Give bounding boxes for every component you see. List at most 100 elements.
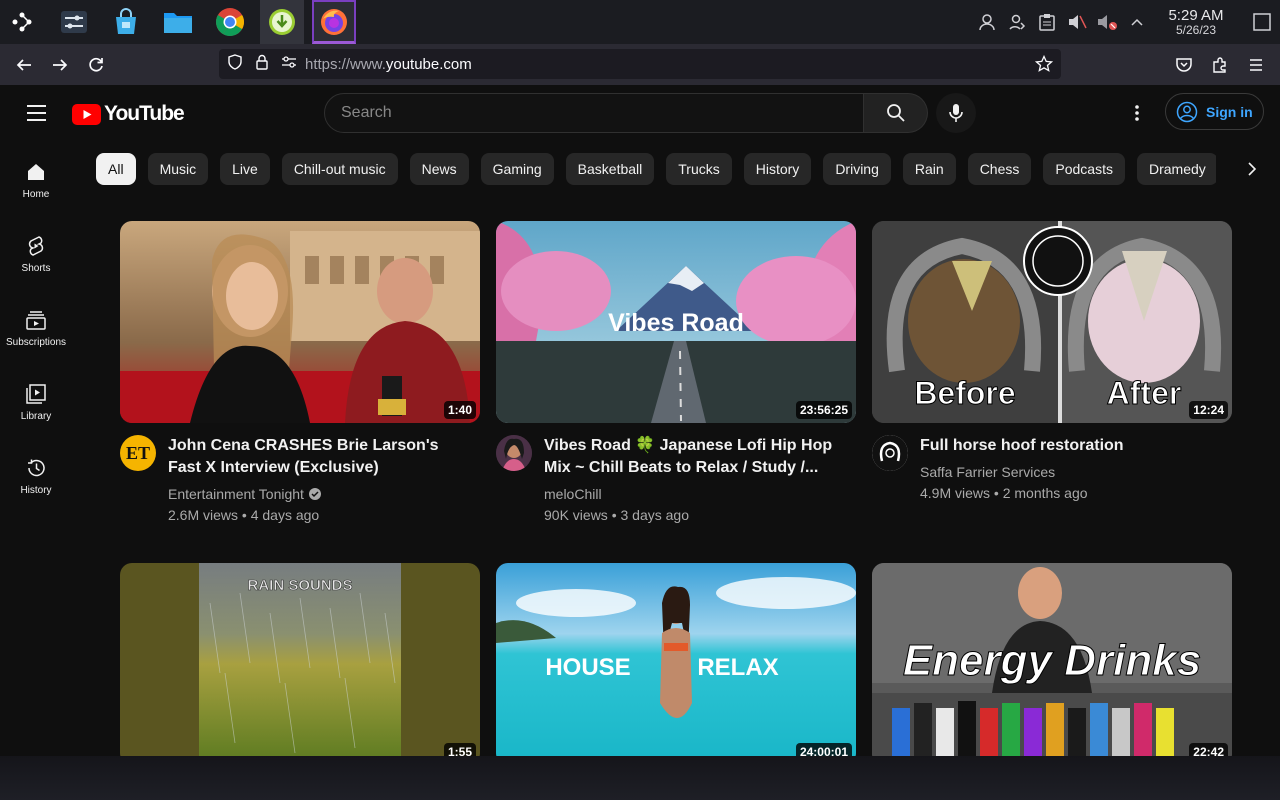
reload-button[interactable]	[78, 47, 114, 83]
video-title[interactable]: John Cena CRASHES Brie Larson's Fast X I…	[168, 435, 468, 479]
video-thumbnail-image: Before After	[872, 221, 1232, 423]
guide-item-home[interactable]: Home	[0, 141, 72, 215]
search-input[interactable]: Search	[324, 93, 864, 133]
shorts-icon	[28, 236, 44, 256]
back-button[interactable]	[6, 47, 42, 83]
channel-name[interactable]: Entertainment Tonight	[168, 486, 322, 502]
lock-icon[interactable]	[255, 54, 269, 75]
chip-driving[interactable]: Driving	[823, 153, 891, 185]
guide-item-shorts[interactable]: Shorts	[0, 215, 72, 289]
permissions-icon[interactable]	[281, 55, 297, 74]
video-thumbnail[interactable]: 1:40	[120, 221, 480, 423]
clock[interactable]: 5:29 AM 5/26/23	[1160, 8, 1232, 36]
avatar-text: ET	[125, 442, 150, 463]
bookmark-star-icon[interactable]	[1034, 54, 1054, 78]
more-vert-icon	[1135, 105, 1139, 121]
verified-badge-icon	[308, 488, 321, 500]
chip-all[interactable]: All	[96, 153, 136, 185]
channel-name[interactable]: Saffa Farrier Services	[920, 464, 1055, 480]
chip-chill-out-music[interactable]: Chill-out music	[281, 153, 398, 185]
video-thumbnail-image: Energy Drinks	[872, 563, 1232, 756]
discover-store-icon[interactable]	[104, 0, 148, 44]
application-launcher-icon[interactable]	[0, 0, 44, 44]
sign-in-label: Sign in	[1206, 103, 1253, 120]
subscriptions-icon	[26, 311, 46, 330]
channel-avatar[interactable]	[496, 435, 532, 471]
guide-label-shorts: Shorts	[21, 263, 51, 274]
clock-time: 5:29 AM	[1168, 7, 1224, 24]
chip-basketball[interactable]: Basketball	[565, 153, 655, 185]
guide-menu-button[interactable]	[16, 93, 56, 133]
extensions-icon[interactable]	[1202, 47, 1238, 83]
guide-item-subscriptions[interactable]: Subscriptions	[0, 289, 72, 363]
clipboard-icon[interactable]	[1032, 7, 1062, 37]
microphone-muted-icon[interactable]	[1092, 7, 1122, 37]
url-bar[interactable]: https://www.youtube.com	[219, 49, 1061, 79]
voice-search-button[interactable]	[936, 93, 976, 133]
youtube-logo[interactable]: YouTube	[72, 102, 185, 126]
chrome-icon[interactable]	[208, 0, 252, 44]
tray-expand-icon[interactable]	[1122, 7, 1152, 37]
download-manager-icon[interactable]	[260, 0, 304, 44]
chip-trucks[interactable]: Trucks	[666, 153, 732, 185]
system-settings-icon[interactable]	[52, 0, 96, 44]
user-switch-icon[interactable]	[1002, 7, 1032, 37]
chip-history[interactable]: History	[743, 153, 812, 185]
channel-name[interactable]: meloChill	[544, 486, 602, 502]
chevron-right-icon	[1248, 162, 1257, 176]
video-title[interactable]: Vibes Road 🍀 Japanese Lofi Hip Hop Mix ~…	[544, 435, 844, 479]
app-menu-icon[interactable]	[1238, 47, 1274, 83]
forward-button[interactable]	[42, 47, 78, 83]
video-thumbnail[interactable]: HOUSE RELAX 24:00:01	[496, 563, 856, 756]
video-thumbnail-image: Vibes Road	[496, 221, 856, 423]
video-card[interactable]: HOUSE RELAX 24:00:01	[496, 563, 856, 756]
video-thumbnail[interactable]: Before After 12:24	[872, 221, 1232, 423]
chip-podcasts[interactable]: Podcasts	[1043, 153, 1125, 185]
guide-item-library[interactable]: Library	[0, 363, 72, 437]
video-thumbnail[interactable]: Energy Drinks 22:42	[872, 563, 1232, 756]
show-desktop-icon[interactable]	[1244, 0, 1280, 44]
melochill-avatar-image	[496, 435, 532, 471]
thumbnail-before-text: Before	[914, 375, 1015, 411]
chip-chess[interactable]: Chess	[967, 153, 1032, 185]
chip-gaming[interactable]: Gaming	[480, 153, 554, 185]
video-card[interactable]: Energy Drinks 22:42	[872, 563, 1232, 756]
video-card[interactable]: 1:40 ET John Cena CRASHES Brie Larson's …	[120, 221, 480, 523]
chip-music[interactable]: Music	[147, 153, 209, 185]
chips-next-button[interactable]	[1232, 153, 1272, 185]
video-duration: 23:56:25	[795, 401, 852, 419]
video-thumbnail-image: RAIN SOUNDS	[120, 563, 480, 756]
chip-news[interactable]: News	[409, 153, 469, 185]
masthead: YouTube Search Sign in	[0, 85, 1280, 141]
logo-text: YouTube	[104, 102, 185, 125]
guide-label-home: Home	[22, 189, 50, 200]
channel-avatar[interactable]: ET	[120, 435, 156, 471]
pocket-icon[interactable]	[1166, 47, 1202, 83]
video-duration: 12:24	[1189, 401, 1228, 419]
firefox-icon[interactable]	[312, 0, 356, 44]
chip-rain[interactable]: Rain	[902, 153, 956, 185]
bottom-edge-strip	[0, 756, 1280, 800]
settings-more-button[interactable]	[1117, 93, 1157, 133]
video-card[interactable]: RAIN SOUNDS 1:55	[120, 563, 480, 756]
account-icon	[1176, 101, 1198, 122]
search-button[interactable]	[864, 93, 928, 133]
video-thumbnail[interactable]: Vibes Road 23:56:25	[496, 221, 856, 423]
video-card[interactable]: Vibes Road 23:56:25 Vibes Road 🍀 Japanes…	[496, 221, 856, 523]
video-thumbnail[interactable]: RAIN SOUNDS 1:55	[120, 563, 480, 756]
file-manager-icon[interactable]	[156, 0, 200, 44]
sign-in-button[interactable]: Sign in	[1165, 93, 1264, 130]
guide-item-history[interactable]: History	[0, 437, 72, 511]
channel-name-text: Saffa Farrier Services	[920, 464, 1056, 480]
channel-avatar[interactable]	[872, 435, 908, 471]
video-duration: 24:00:01	[795, 743, 852, 756]
video-card[interactable]: Before After 12:24 Full horse hoof resto…	[872, 221, 1232, 523]
video-title[interactable]: Full horse hoof restoration	[920, 435, 1220, 457]
volume-muted-icon[interactable]	[1062, 7, 1092, 37]
history-icon	[28, 459, 45, 477]
chip-dramedy[interactable]: Dramedy	[1136, 153, 1216, 185]
shield-icon[interactable]	[227, 53, 243, 75]
video-stats: 4.9M views • 2 months ago	[920, 485, 1088, 501]
user-icon[interactable]	[972, 7, 1002, 37]
chip-live[interactable]: Live	[220, 153, 270, 185]
